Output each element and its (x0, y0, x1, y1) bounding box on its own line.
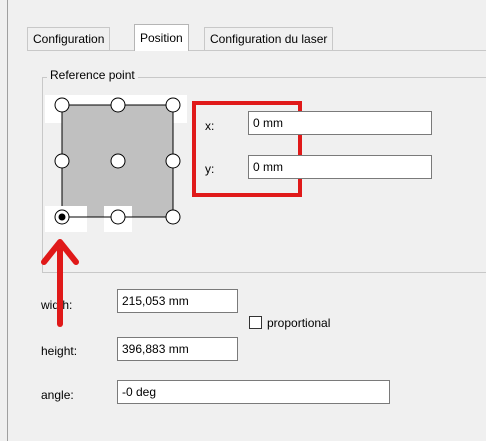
angle-input[interactable]: -0 deg (117, 380, 390, 404)
y-label: y: (205, 162, 215, 176)
y-input[interactable]: 0 mm (248, 155, 432, 179)
ref-point-center[interactable] (110, 153, 126, 169)
width-label: width: (41, 298, 73, 312)
height-input[interactable]: 396,883 mm (117, 337, 238, 361)
x-input[interactable]: 0 mm (248, 111, 432, 135)
ref-point-top-center[interactable] (110, 97, 126, 113)
ref-point-bottom-right[interactable] (165, 209, 181, 225)
width-input[interactable]: 215,053 mm (117, 289, 238, 313)
tab-position[interactable]: Position (134, 24, 189, 51)
proportional-label: proportional (267, 316, 331, 330)
x-label: x: (205, 119, 215, 133)
ref-point-bottom-left[interactable] (54, 209, 70, 225)
ref-point-middle-right[interactable] (165, 153, 181, 169)
ref-point-bottom-center[interactable] (110, 209, 126, 225)
angle-label: angle: (41, 388, 74, 402)
ref-point-top-left[interactable] (54, 97, 70, 113)
selected-dot (58, 213, 66, 221)
ref-point-middle-left[interactable] (54, 153, 70, 169)
height-label: height: (41, 344, 78, 358)
ref-point-top-right[interactable] (165, 97, 181, 113)
proportional-checkbox[interactable] (249, 316, 262, 329)
reference-point-selector (45, 97, 181, 232)
